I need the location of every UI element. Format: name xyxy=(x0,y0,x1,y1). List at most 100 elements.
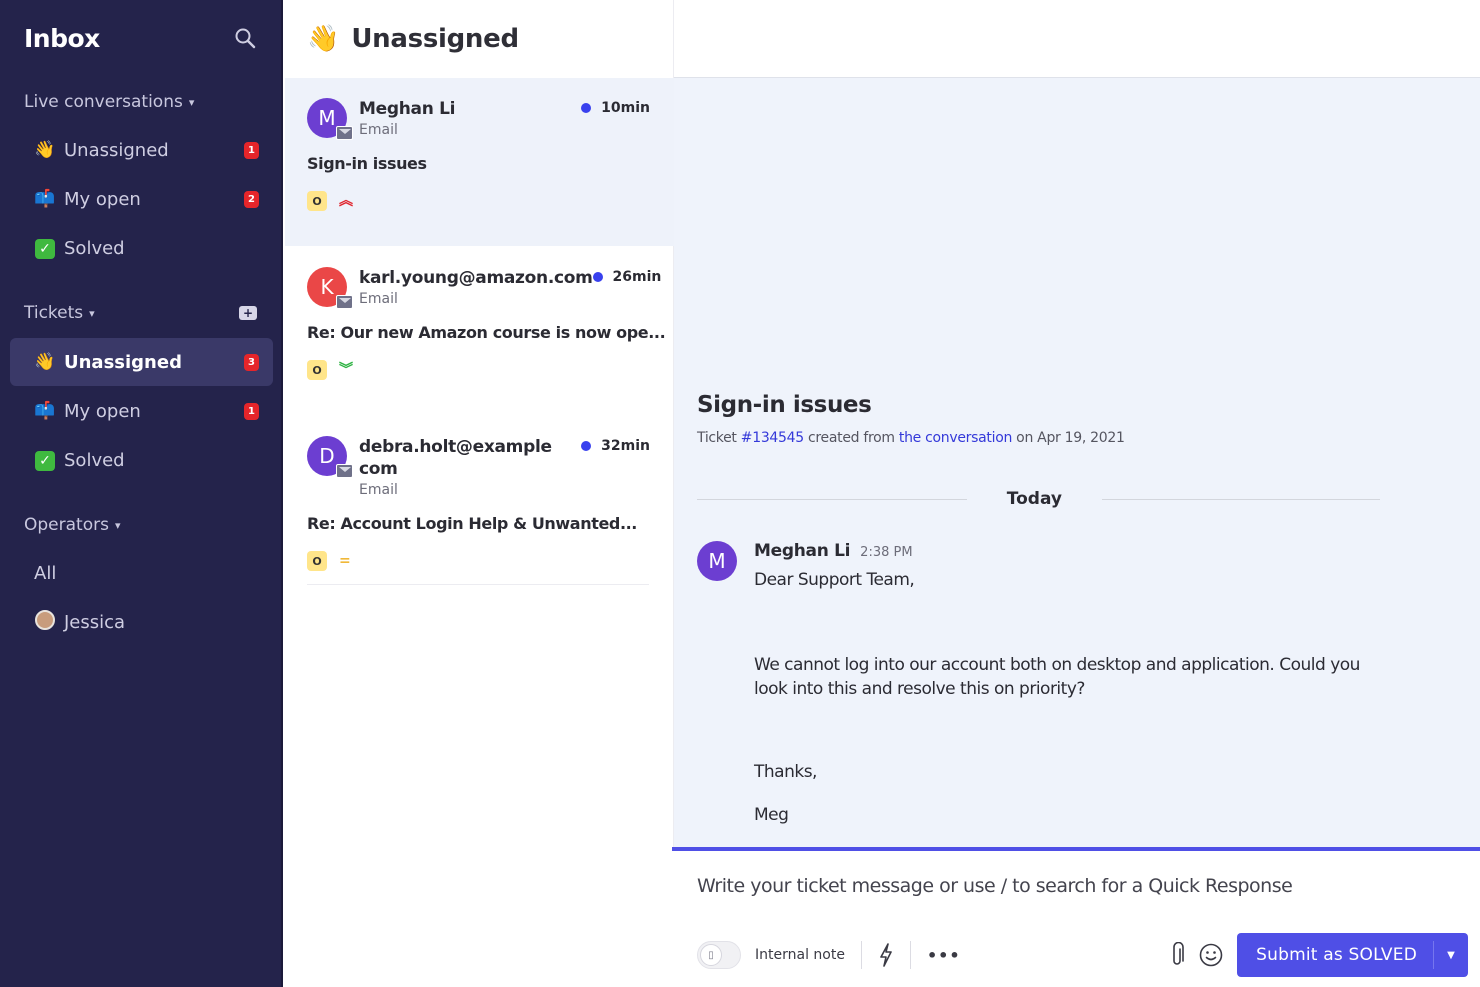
ticket-view: Sign-in issues Ticket #134545 created fr… xyxy=(674,0,1480,987)
message-line: Dear Support Team, xyxy=(754,570,915,590)
conversation-time: 32min xyxy=(581,438,650,454)
submit-options-dropdown-icon[interactable]: ▼ xyxy=(1434,950,1468,961)
day-divider: Today xyxy=(697,488,1380,510)
waving-hand-icon: 👋 xyxy=(34,140,56,160)
ticket-meta: Ticket #134545 created from the conversa… xyxy=(697,430,1125,446)
time-label: 32min xyxy=(601,438,650,454)
conversation-time: 26min xyxy=(592,269,662,285)
avatar: D xyxy=(307,436,353,478)
time-label: 10min xyxy=(601,100,650,116)
avatar-initial: K xyxy=(320,275,334,299)
sidebar-item-label: Jessica xyxy=(64,611,126,633)
avatar: M xyxy=(307,98,353,140)
operators-toggle[interactable]: Operators ▾ xyxy=(24,515,120,535)
conversation-time: 10min xyxy=(581,100,650,116)
toolbar-separator xyxy=(860,941,862,969)
list-divider xyxy=(307,584,649,585)
section-label: Operators xyxy=(24,515,109,535)
message-line: Meg xyxy=(754,805,789,825)
waving-hand-icon: 👋 xyxy=(34,352,56,372)
ticket-id-link[interactable]: #134545 xyxy=(741,430,804,446)
emoji-icon[interactable] xyxy=(1199,943,1223,967)
new-ticket-icon[interactable]: + xyxy=(239,306,257,320)
internal-note-label: Internal note xyxy=(755,947,845,963)
channel-label: Email xyxy=(359,291,398,307)
email-icon xyxy=(336,464,353,478)
chevron-down-icon: ▾ xyxy=(89,306,95,320)
list-header: 👋 Unassigned xyxy=(285,0,673,78)
count-badge: 1 xyxy=(244,141,259,159)
conversation-link[interactable]: the conversation xyxy=(899,430,1012,446)
ticket-header-bar xyxy=(674,0,1480,78)
sidebar-item-tickets-my-open[interactable]: 📫 My open 1 xyxy=(10,387,273,435)
avatar-initial: M xyxy=(318,106,336,130)
lightning-icon[interactable] xyxy=(878,943,894,967)
time-label: 26min xyxy=(612,269,662,285)
submit-button-group: Submit as SOLVED ▼ xyxy=(1237,933,1468,977)
message-line: Thanks, xyxy=(754,762,817,782)
sidebar-item-live-solved[interactable]: ✓ Solved xyxy=(10,224,273,272)
count-badge: 1 xyxy=(244,402,259,420)
channel-label: Email xyxy=(359,122,398,138)
count-badge: 2 xyxy=(244,190,259,208)
search-icon[interactable] xyxy=(233,26,257,50)
sidebar-item-tickets-solved[interactable]: ✓ Solved xyxy=(10,436,273,484)
sidebar-item-live-unassigned[interactable]: 👋 Unassigned 1 xyxy=(10,126,273,174)
avatar: K xyxy=(307,267,353,309)
status-tag: O xyxy=(307,360,327,380)
channel-label: Email xyxy=(359,482,398,498)
message-input[interactable] xyxy=(697,875,1437,897)
internal-note-toggle[interactable]: ▯ xyxy=(697,941,741,969)
sidebar-item-operator-jessica[interactable]: Jessica xyxy=(10,598,273,646)
sidebar-item-label: Unassigned xyxy=(64,351,182,373)
chevron-down-icon: ▾ xyxy=(188,95,195,109)
avatar-initial: D xyxy=(319,444,335,468)
section-label: Tickets xyxy=(24,303,84,323)
conversation-item[interactable]: M Meghan Li Email 10min Sign-in issues O… xyxy=(285,78,674,246)
meta-text: created from xyxy=(803,430,899,446)
operator-avatar xyxy=(35,609,55,630)
priority-high-icon: ︽ xyxy=(339,193,353,209)
check-mark-icon: ✓ xyxy=(35,238,55,259)
live-conversations-toggle[interactable]: Live conversations ▾ xyxy=(24,92,194,112)
message-composer: ▯ Internal note ••• Submit as SOLVED ▼ xyxy=(672,847,1480,987)
sidebar: Inbox Live conversations ▾ 👋 Unassigned … xyxy=(0,0,283,987)
submit-solved-button[interactable]: Submit as SOLVED xyxy=(1237,945,1433,965)
contact-name: debra.holt@example com xyxy=(359,437,552,479)
sidebar-item-label: Unassigned xyxy=(64,139,169,161)
divider-line xyxy=(1102,498,1380,500)
unread-dot-icon xyxy=(592,272,603,282)
meta-text: on Apr 19, 2021 xyxy=(1012,430,1125,446)
sidebar-item-tickets-unassigned[interactable]: 👋 Unassigned 3 xyxy=(10,338,273,386)
unread-dot-icon xyxy=(581,441,592,451)
conversation-subject: Re: Account Login Help & Unwanted... xyxy=(307,514,637,533)
message-author: Meghan Li xyxy=(754,541,851,561)
note-icon: ▯ xyxy=(700,944,722,966)
message-time: 2:38 PM xyxy=(860,545,913,560)
day-divider-label: Today xyxy=(1006,489,1062,509)
composer-toolbar: ▯ Internal note ••• Submit as SOLVED ▼ xyxy=(697,933,1468,977)
message-header: Meghan Li 2:38 PM xyxy=(754,541,913,561)
message-avatar: M xyxy=(697,541,737,581)
contact-name: Meghan Li xyxy=(359,99,456,119)
section-operators: Operators ▾ xyxy=(24,511,257,539)
message-line: We cannot log into our account both on d… xyxy=(754,655,1360,675)
email-icon xyxy=(336,295,353,309)
conversation-item[interactable]: K karl.young@amazon.com Email 26min Re: … xyxy=(285,247,674,415)
sidebar-item-operators-all[interactable]: All xyxy=(10,549,273,597)
sidebar-header: Inbox xyxy=(24,22,257,54)
inbox-title: Inbox xyxy=(24,23,100,53)
paperclip-icon[interactable] xyxy=(1169,942,1185,968)
priority-medium-icon: = xyxy=(339,553,351,569)
tickets-toggle[interactable]: Tickets ▾ xyxy=(24,303,95,323)
sidebar-item-live-my-open[interactable]: 📫 My open 2 xyxy=(10,175,273,223)
ticket-title: Sign-in issues xyxy=(697,392,872,418)
conversation-item[interactable]: D debra.holt@example com Email 32min Re:… xyxy=(285,416,674,584)
conversation-subject: Sign-in issues xyxy=(307,154,427,173)
sidebar-item-label: All xyxy=(34,562,57,584)
divider-line xyxy=(697,498,967,500)
more-options-icon[interactable]: ••• xyxy=(927,946,961,965)
email-icon xyxy=(336,126,353,140)
check-mark-icon: ✓ xyxy=(35,450,55,471)
mailbox-icon: 📫 xyxy=(34,189,56,209)
